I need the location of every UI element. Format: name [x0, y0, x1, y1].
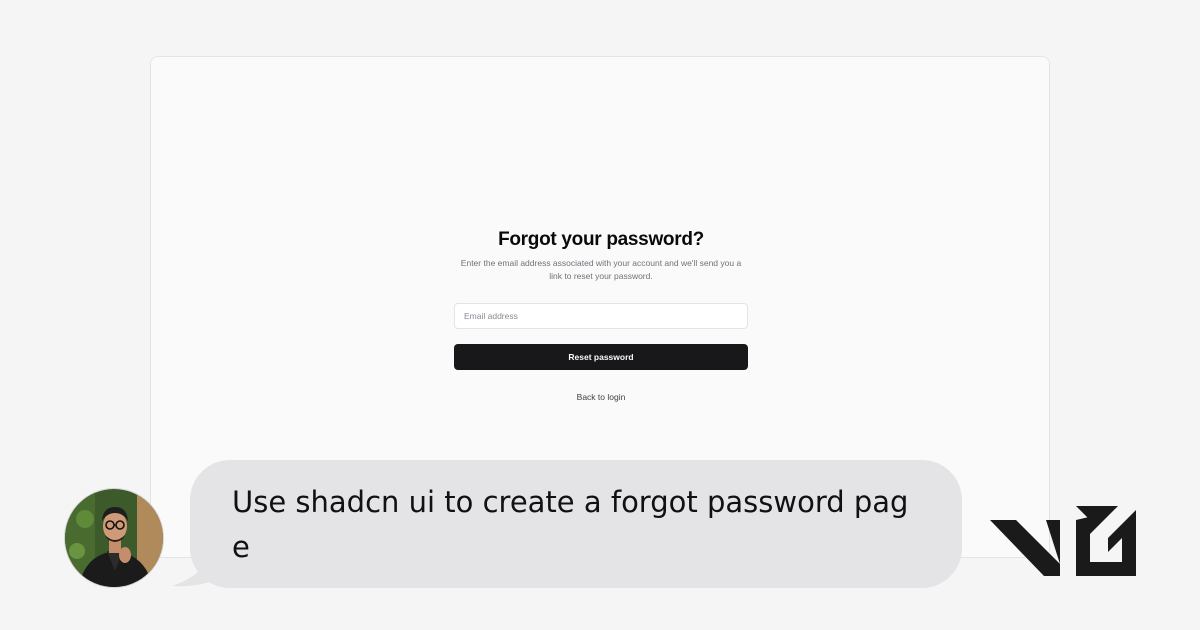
user-avatar-icon — [65, 489, 163, 587]
page-description: Enter the email address associated with … — [460, 258, 742, 281]
chat-bubble: Use shadcn ui to create a forgot passwor… — [190, 460, 962, 588]
og-card: Forgot your password? Enter the email ad… — [0, 0, 1200, 630]
reset-password-button[interactable]: Reset password — [454, 344, 748, 370]
avatar — [64, 488, 164, 588]
back-to-login-link[interactable]: Back to login — [577, 392, 626, 402]
email-field[interactable] — [454, 303, 748, 329]
forgot-password-form: Forgot your password? Enter the email ad… — [454, 229, 748, 405]
page-title: Forgot your password? — [498, 229, 704, 250]
chat-message: Use shadcn ui to create a forgot passwor… — [232, 485, 909, 564]
v0-logo-icon — [990, 506, 1136, 576]
